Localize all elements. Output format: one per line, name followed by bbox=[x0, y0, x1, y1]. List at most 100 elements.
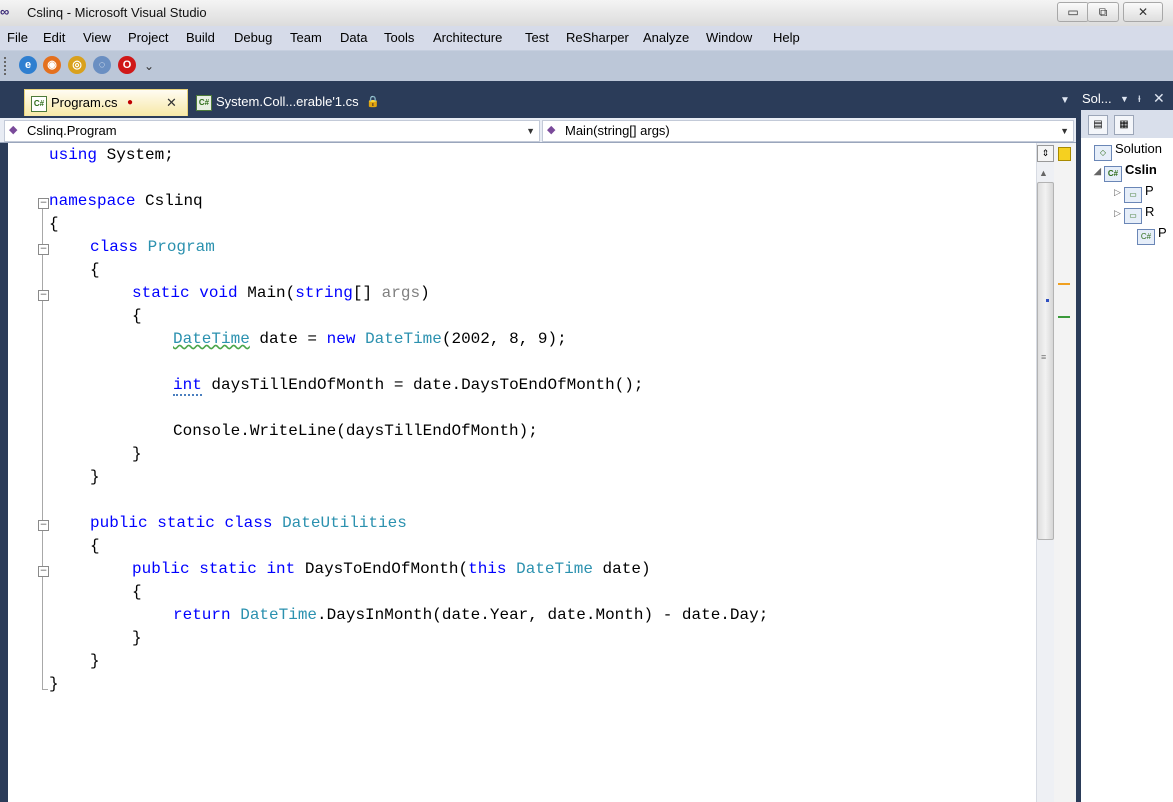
code-token: class bbox=[224, 514, 273, 532]
menu-bar: File Edit View Project Build Debug Team … bbox=[0, 26, 1173, 50]
tree-item-solution[interactable]: ◇ Solution bbox=[1094, 141, 1162, 161]
tree-item-references[interactable]: ▷ ▭ R bbox=[1114, 204, 1154, 224]
menu-tools[interactable]: Tools bbox=[384, 30, 414, 45]
collapse-method-icon[interactable]: − bbox=[38, 290, 49, 301]
chrome-icon[interactable]: ◎ bbox=[68, 56, 86, 74]
menu-analyze[interactable]: Analyze bbox=[643, 30, 689, 45]
collapse-class-icon[interactable]: − bbox=[38, 520, 49, 531]
tree-item-properties[interactable]: ▷ ▭ P bbox=[1114, 183, 1154, 203]
menu-view[interactable]: View bbox=[83, 30, 111, 45]
tab-system-collections[interactable]: C# System.Coll...erable'1.cs 🔒 bbox=[190, 89, 390, 115]
outline-end bbox=[42, 689, 48, 690]
solution-explorer-toolbar: ▤ ▦ bbox=[1081, 110, 1173, 138]
menu-architecture[interactable]: Architecture bbox=[433, 30, 502, 45]
code-editor[interactable]: − − − − − using System; namespace Cslinq… bbox=[8, 143, 1036, 802]
code-token: static bbox=[199, 560, 257, 578]
solution-explorer-title[interactable]: Sol... bbox=[1082, 91, 1112, 106]
minimize-button[interactable]: ▭ bbox=[1057, 2, 1089, 22]
collapsed-arrow-icon[interactable]: ▷ bbox=[1114, 187, 1124, 198]
code-token: date) bbox=[602, 560, 651, 578]
menu-data[interactable]: Data bbox=[340, 30, 367, 45]
code-token: Console.WriteLine(daysTillEndOfMonth); bbox=[173, 422, 538, 440]
show-all-files-icon[interactable]: ▦ bbox=[1114, 115, 1134, 135]
hint-marker[interactable] bbox=[1058, 316, 1070, 318]
ie-icon[interactable]: e bbox=[19, 56, 37, 74]
collapsed-arrow-icon[interactable]: ▷ bbox=[1114, 208, 1124, 219]
class-combo[interactable]: ◆ Cslinq.Program ▼ bbox=[4, 120, 540, 142]
method-icon: ◆ bbox=[547, 124, 556, 136]
tree-item-label: P bbox=[1158, 225, 1167, 240]
code-line: } bbox=[90, 650, 100, 673]
code-token: int bbox=[266, 560, 296, 578]
code-token: static bbox=[132, 284, 190, 302]
chevron-down-icon[interactable]: ▼ bbox=[526, 121, 535, 141]
warning-marker[interactable] bbox=[1058, 283, 1070, 285]
menu-team[interactable]: Team bbox=[290, 30, 322, 45]
menu-help[interactable]: Help bbox=[773, 30, 800, 45]
solution-tree: ◇ Solution ◢ C# Cslin ▷ ▭ P ▷ ▭ R C# P bbox=[1081, 138, 1173, 802]
menu-window[interactable]: Window bbox=[706, 30, 752, 45]
code-line: } bbox=[49, 673, 59, 696]
caret-marker bbox=[1046, 299, 1049, 302]
toolbar-overflow-icon[interactable]: ⌄ bbox=[144, 59, 154, 73]
code-token: int bbox=[173, 376, 202, 396]
code-token: } bbox=[90, 468, 100, 486]
properties-icon[interactable]: ▤ bbox=[1088, 115, 1108, 135]
code-token: date = bbox=[259, 330, 318, 348]
code-token: class bbox=[90, 238, 139, 256]
tab-list-dropdown-icon[interactable]: ▼ bbox=[1060, 95, 1070, 106]
opera-icon[interactable]: O bbox=[118, 56, 136, 74]
code-line: public static class DateUtilities bbox=[90, 512, 407, 535]
firefox-icon[interactable]: ◉ bbox=[43, 56, 61, 74]
tree-item-program-cs[interactable]: C# P bbox=[1137, 225, 1167, 245]
code-line: class Program bbox=[90, 236, 215, 259]
member-combo[interactable]: ◆ Main(string[] args) ▼ bbox=[542, 120, 1074, 142]
code-token: this bbox=[468, 560, 507, 578]
expanded-arrow-icon[interactable]: ◢ bbox=[1094, 166, 1104, 177]
menu-file[interactable]: File bbox=[7, 30, 28, 45]
outline-guide bbox=[42, 301, 43, 484]
code-line: { bbox=[90, 259, 100, 282]
code-token: [] bbox=[352, 284, 373, 302]
code-token: .DaysInMonth(date.Year, date.Month) - da… bbox=[317, 606, 769, 624]
code-token: } bbox=[132, 445, 142, 463]
collapse-class-icon[interactable]: − bbox=[38, 244, 49, 255]
toolbar: e ◉ ◎ ◌ O ⌄ bbox=[0, 50, 1173, 82]
code-token: DateTime bbox=[365, 330, 442, 348]
close-button[interactable]: ✕ bbox=[1123, 2, 1163, 22]
tree-item-label: Cslin bbox=[1125, 162, 1157, 177]
collapse-namespace-icon[interactable]: − bbox=[38, 198, 49, 209]
code-token: DaysToEndOfMonth( bbox=[304, 560, 469, 578]
menu-test[interactable]: Test bbox=[525, 30, 549, 45]
chevron-down-icon[interactable]: ▼ bbox=[1060, 121, 1069, 141]
code-token: Program bbox=[147, 238, 215, 256]
scroll-up-icon[interactable]: ▲ bbox=[1039, 168, 1048, 178]
split-window-icon[interactable]: ⇕ bbox=[1037, 145, 1054, 162]
code-token: using bbox=[49, 146, 98, 164]
csharp-file-icon: C# bbox=[196, 95, 212, 111]
code-token: System; bbox=[106, 146, 174, 164]
class-combo-value: Cslinq.Program bbox=[27, 123, 117, 138]
safari-icon[interactable]: ◌ bbox=[93, 56, 111, 74]
menu-build[interactable]: Build bbox=[186, 30, 215, 45]
menu-debug[interactable]: Debug bbox=[234, 30, 272, 45]
tree-item-project[interactable]: ◢ C# Cslin bbox=[1094, 162, 1157, 182]
toolbar-grip[interactable] bbox=[4, 57, 9, 75]
code-token: { bbox=[90, 261, 100, 279]
tab-program-cs[interactable]: C# Program.cs ● ✕ bbox=[24, 89, 188, 116]
chevron-down-icon[interactable]: ▼ bbox=[1120, 94, 1129, 104]
restore-button[interactable]: ⧉ bbox=[1087, 2, 1119, 22]
collapse-method-icon[interactable]: − bbox=[38, 566, 49, 577]
pin-icon[interactable]: ᵻ bbox=[1138, 91, 1141, 105]
code-line: { bbox=[132, 581, 142, 604]
status-marker-icon[interactable] bbox=[1058, 147, 1071, 161]
close-icon[interactable]: ✕ bbox=[1153, 90, 1165, 107]
document-tab-strip: C# Program.cs ● ✕ C# System.Coll...erabl… bbox=[0, 81, 1076, 118]
code-token: namespace bbox=[49, 192, 136, 210]
menu-project[interactable]: Project bbox=[128, 30, 168, 45]
code-line: namespace Cslinq bbox=[49, 190, 203, 213]
code-line: { bbox=[49, 213, 59, 236]
menu-edit[interactable]: Edit bbox=[43, 30, 65, 45]
menu-resharper[interactable]: ReSharper bbox=[566, 30, 629, 45]
tab-close-icon[interactable]: ✕ bbox=[166, 90, 177, 116]
